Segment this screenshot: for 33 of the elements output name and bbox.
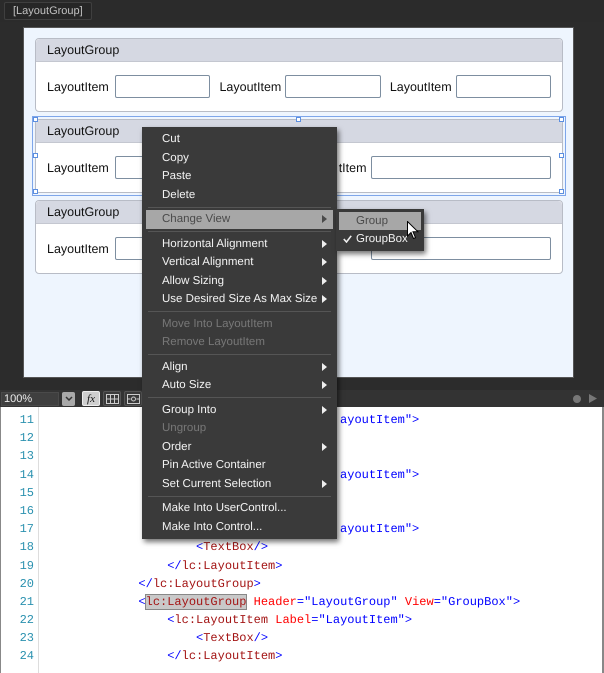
line-number: 17 — [18, 522, 35, 538]
code-line: </lc:LayoutGroup> — [138, 576, 261, 591]
line-number: 23 — [18, 631, 35, 648]
line-number: 14 — [18, 468, 35, 484]
line-number: 16 — [18, 504, 35, 520]
item-label: LayoutItem — [388, 80, 452, 94]
code-line: <lc:LayoutGroup Header="LayoutGroup" View="GroupBox"> — [138, 594, 520, 609]
item-label: LayoutItem — [47, 242, 110, 256]
line-number: 22 — [18, 613, 35, 630]
group-title: LayoutGroup — [47, 124, 120, 138]
code-line: </lc:LayoutItem> — [167, 649, 282, 664]
code-line: ayoutItem"> — [340, 413, 420, 427]
item-label: LayoutItem — [47, 80, 110, 94]
group-title: LayoutGroup — [47, 43, 120, 57]
line-number: 19 — [18, 558, 35, 574]
code-line: ayoutItem"> — [340, 468, 420, 482]
line-number: 20 — [18, 576, 35, 593]
item-label: LayoutItem — [218, 80, 282, 94]
line-number: 15 — [18, 486, 35, 502]
code-line: ayoutItem"> — [340, 522, 420, 536]
group-title: LayoutGroup — [47, 205, 120, 219]
code-line: <TextBox/> — [196, 540, 268, 554]
code-line: <TextBox/> — [196, 631, 268, 646]
line-number: 13 — [18, 449, 35, 466]
line-number: 11 — [18, 413, 35, 429]
code-line: <lc:LayoutItem Label="LayoutItem"> — [167, 613, 412, 628]
item-label: tItem — [338, 160, 366, 174]
line-number: 24 — [18, 649, 35, 666]
line-number: 12 — [18, 431, 35, 448]
item-label: LayoutItem — [47, 160, 110, 174]
code-line: </lc:LayoutItem> — [167, 558, 282, 572]
line-number: 21 — [18, 594, 35, 611]
line-number: 18 — [18, 540, 35, 556]
